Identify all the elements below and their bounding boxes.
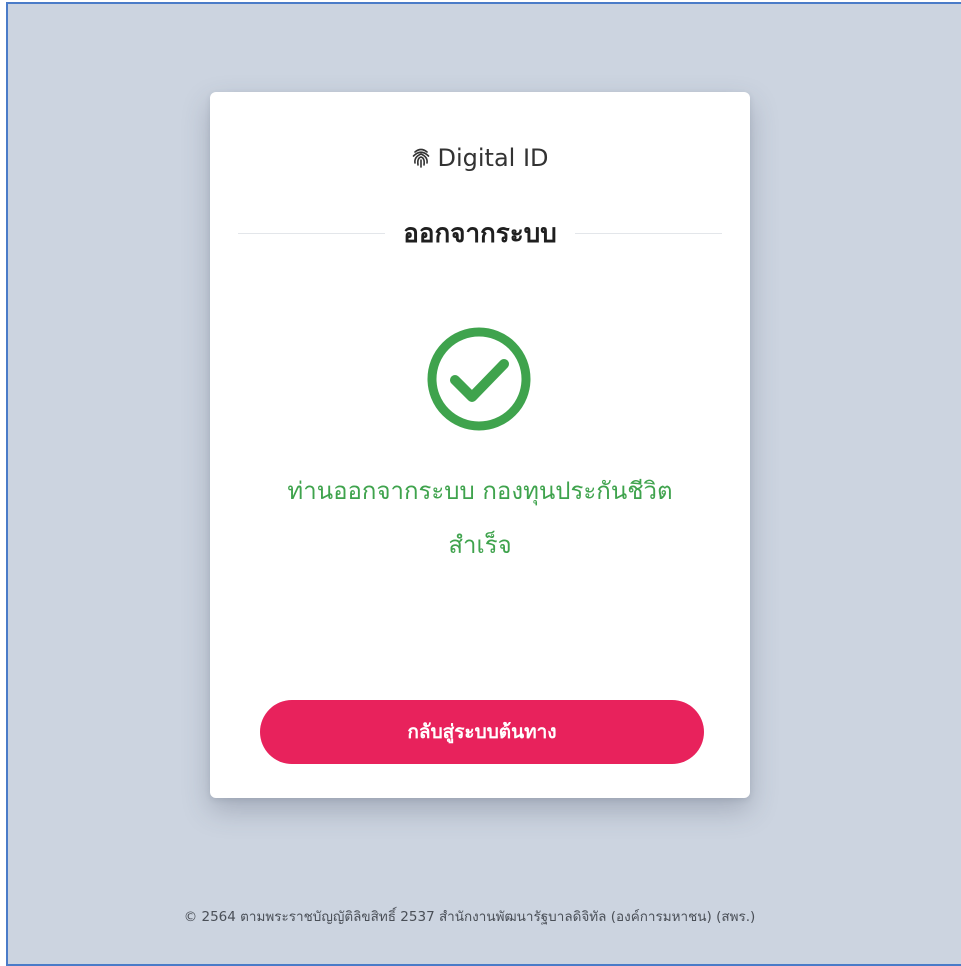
copyright-footer: © 2564 ตามพระราชบัญญัติลิขสิทธิ์ 2537 สำ… [183,909,756,925]
title-row: ออกจากระบบ [238,216,722,250]
logout-card: Digital ID ออกจากระบบ ท่านออกจากระบบ กอง… [210,92,750,798]
check-circle-icon [424,324,534,434]
back-to-origin-button[interactable]: กลับสู่ระบบต้นทาง [260,700,704,764]
brand-header: Digital ID [210,144,750,172]
page-background: Digital ID ออกจากระบบ ท่านออกจากระบบ กอง… [6,2,961,966]
status-message-line2: สำเร็จ [448,531,512,559]
fingerprint-icon [411,147,431,169]
divider-right [574,232,722,234]
status-message-line1: ท่านออกจากระบบ กองทุนประกันชีวิต [287,477,673,505]
page-title: ออกจากระบบ [403,218,557,249]
brand-name: Digital ID [437,144,549,172]
status-message: ท่านออกจากระบบ กองทุนประกันชีวิต สำเร็จ [250,464,710,572]
divider-left [238,232,386,234]
